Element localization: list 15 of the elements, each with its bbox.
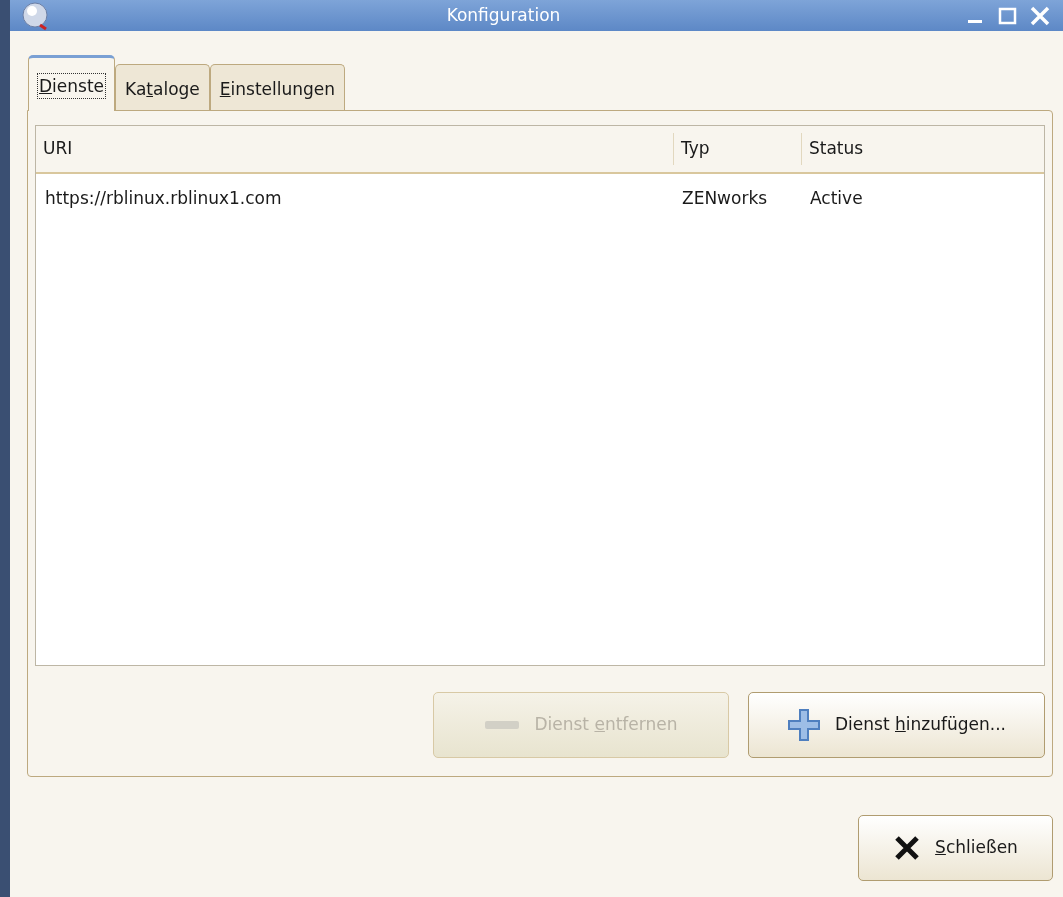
column-header[interactable]: Typ <box>673 133 801 165</box>
column-header[interactable]: URI <box>36 133 673 165</box>
add-service-button[interactable]: Dienst hinzufügen... <box>748 692 1045 758</box>
tab[interactable]: Dienste <box>28 55 116 111</box>
column-header[interactable]: Status <box>801 133 1044 165</box>
tab[interactable]: Kataloge <box>115 64 210 110</box>
table-cell-text: Active <box>809 187 864 211</box>
tab[interactable]: Einstellungen <box>209 64 346 110</box>
close-button[interactable]: Schließen <box>858 815 1053 881</box>
table-cell-text: https://rblinux.rblinux1.com <box>44 187 283 211</box>
plus-icon <box>787 708 821 742</box>
minus-icon <box>484 718 521 732</box>
table-cell-text: ZENworks <box>681 187 769 211</box>
window-title: Konfiguration <box>445 3 562 27</box>
close-icon <box>893 834 922 862</box>
